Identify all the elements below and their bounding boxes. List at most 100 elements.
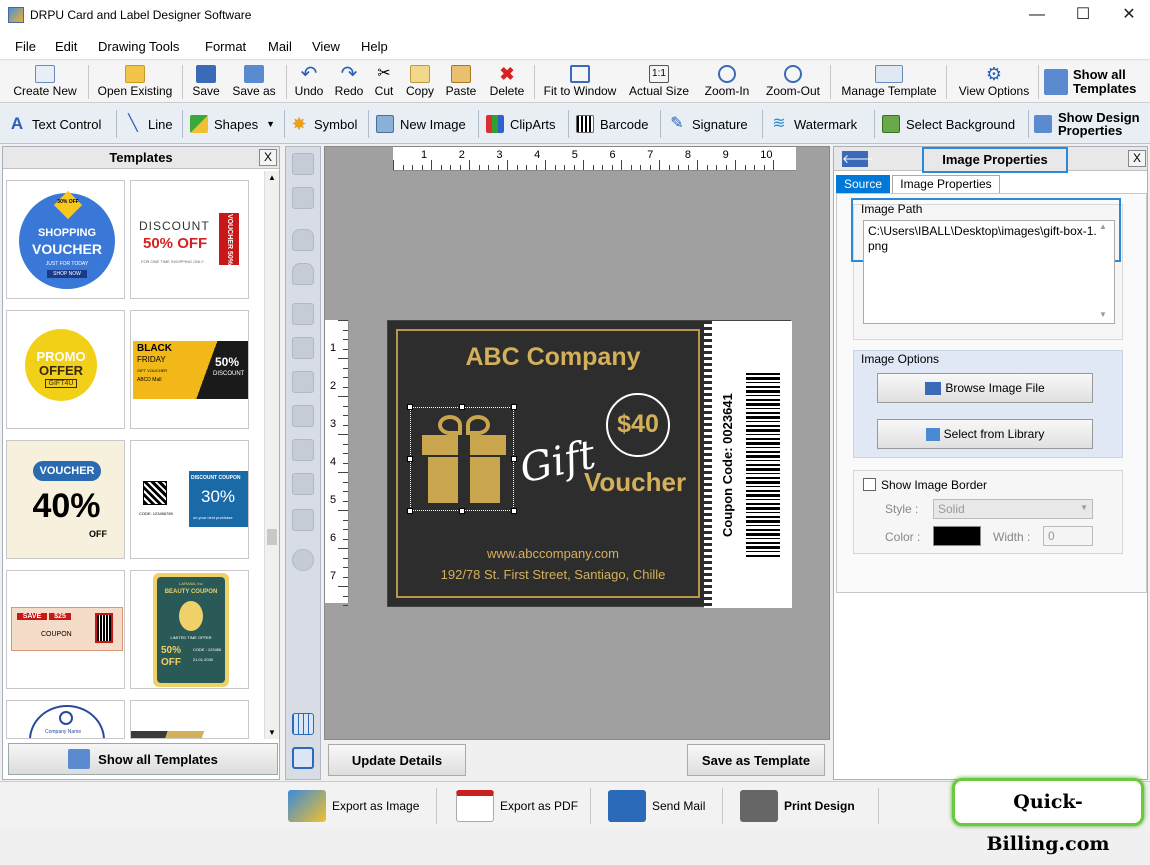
minimize-button[interactable]: — <box>1014 0 1060 32</box>
website-text[interactable]: www.abccompany.com <box>388 546 718 561</box>
align-top-icon[interactable] <box>292 371 314 393</box>
align-bottom-icon[interactable] <box>292 405 314 427</box>
move-icon[interactable] <box>292 509 314 531</box>
search-icon[interactable] <box>292 549 314 571</box>
image-path-field[interactable]: C:\Users\IBALL\Desktop\images\gift-box-1… <box>863 220 1115 324</box>
width-spinner[interactable]: 0 <box>1043 526 1093 546</box>
copy-button[interactable]: Copy <box>403 63 437 101</box>
undo-button[interactable]: ↶ Undo <box>292 63 326 101</box>
resize-handle[interactable] <box>459 508 465 514</box>
save-as-template-button[interactable]: Save as Template <box>687 744 825 776</box>
maximize-button[interactable]: ☐ <box>1060 0 1106 32</box>
template-thumbnail[interactable]: BLACK FRIDAY GIFT VOUCHER ABCD Mall 50% … <box>130 310 249 429</box>
redo-button[interactable]: ↷ Redo <box>332 63 366 101</box>
symbol-button[interactable]: ✸ Symbol <box>290 112 357 136</box>
print-design-button[interactable]: Print Design <box>740 786 855 826</box>
close-button[interactable]: ✕ <box>1106 0 1150 32</box>
signature-button[interactable]: ✎ Signature <box>668 112 747 136</box>
design-canvas[interactable]: 1 2 3 4 5 6 7 8 9 10 1 2 3 4 5 6 7 ABC Company $40 Gift… <box>324 146 830 740</box>
tab-image-properties[interactable]: Image Properties <box>892 175 1000 193</box>
shapes-button[interactable]: Shapes ▼ <box>190 112 275 136</box>
send-back-icon[interactable] <box>292 337 314 359</box>
show-design-properties-button[interactable]: Show Design Properties <box>1034 108 1146 140</box>
create-new-button[interactable]: Create New <box>8 63 82 101</box>
ungroup-icon[interactable] <box>292 187 314 209</box>
resize-handle[interactable] <box>511 456 517 462</box>
paste-button[interactable]: Paste <box>443 63 479 101</box>
back-arrow-icon[interactable]: 🡐 <box>842 151 874 167</box>
menu-edit[interactable]: Edit <box>55 39 77 54</box>
price-circle[interactable]: $40 <box>606 393 670 457</box>
barcode-button[interactable]: Barcode <box>576 112 648 136</box>
delete-button[interactable]: ✖ Delete <box>485 63 529 101</box>
border-color-swatch[interactable] <box>933 526 981 546</box>
panel-close-button[interactable]: X <box>1128 150 1146 167</box>
show-all-templates-toolbar-button[interactable]: Show all Templates <box>1044 63 1148 101</box>
bring-front-icon[interactable] <box>292 303 314 325</box>
voucher-text[interactable]: Voucher <box>584 467 686 498</box>
update-details-button[interactable]: Update Details <box>328 744 466 776</box>
manage-template-button[interactable]: Manage Template <box>836 63 942 101</box>
resize-handle[interactable] <box>407 508 413 514</box>
barcode-image[interactable] <box>746 373 780 557</box>
grid-icon[interactable] <box>292 713 314 735</box>
fit-to-window-button[interactable]: Fit to Window <box>540 63 620 101</box>
template-thumbnail[interactable]: Company Name <box>6 700 125 739</box>
text-control-button[interactable]: A Text Control <box>8 112 102 136</box>
open-existing-button[interactable]: Open Existing <box>94 63 176 101</box>
zoom-out-button[interactable]: Zoom-Out <box>762 63 824 101</box>
actual-size-button[interactable]: 1:1 Actual Size <box>626 63 692 101</box>
template-thumbnail[interactable] <box>130 700 249 739</box>
menu-drawing-tools[interactable]: Drawing Tools <box>98 39 179 54</box>
menu-file[interactable]: File <box>15 39 36 54</box>
templates-close-button[interactable]: X <box>259 149 277 166</box>
group-icon[interactable] <box>292 153 314 175</box>
zoom-in-button[interactable]: Zoom-In <box>700 63 754 101</box>
browse-image-button[interactable]: Browse Image File <box>877 373 1093 403</box>
line-button[interactable]: ╲ Line <box>124 112 172 136</box>
select-from-library-button[interactable]: Select from Library <box>877 419 1093 449</box>
template-thumbnail[interactable]: CODE: 123456789 DISCOUNT COUPON 30% on y… <box>130 440 249 559</box>
tab-source[interactable]: Source <box>836 175 890 193</box>
template-thumbnail[interactable]: DISCOUNT 50% OFF FOR ONE TIME SHOPPING O… <box>130 180 249 299</box>
show-border-checkbox[interactable] <box>863 478 876 491</box>
template-thumbnail[interactable]: PROMO OFFER GIFT4U <box>6 310 125 429</box>
brand-logo[interactable]: Quick-Billing.com <box>952 778 1144 855</box>
cut-button[interactable]: ✂ Cut <box>370 63 398 101</box>
resize-handle[interactable] <box>407 404 413 410</box>
address-text[interactable]: 192/78 St. First Street, Santiago, Chill… <box>388 567 718 582</box>
export-pdf-button[interactable]: Export as PDF <box>456 786 578 826</box>
show-all-templates-button[interactable]: Show all Templates <box>8 743 278 775</box>
menu-help[interactable]: Help <box>361 39 388 54</box>
save-button[interactable]: Save <box>188 63 224 101</box>
scroll-thumb[interactable] <box>267 529 277 545</box>
style-dropdown[interactable]: Solid ▼ <box>933 499 1093 519</box>
templates-scrollbar[interactable]: ▲ ▼ <box>264 171 279 739</box>
lock-icon[interactable] <box>292 229 314 251</box>
template-thumbnail[interactable]: VOUCHER 40% OFF <box>6 440 125 559</box>
resize-handle[interactable] <box>511 508 517 514</box>
resize-handle[interactable] <box>511 404 517 410</box>
select-background-button[interactable]: Select Background <box>882 112 1015 136</box>
save-as-button[interactable]: Save as <box>228 63 280 101</box>
send-mail-button[interactable]: Send Mail <box>608 786 705 826</box>
coupon-code-text[interactable]: Coupon Code: 0023641 <box>720 383 742 547</box>
template-thumbnail[interactable]: SAVE $25 COUPON <box>6 570 125 689</box>
cliparts-button[interactable]: ClipArts <box>486 112 556 136</box>
voucher-card[interactable]: ABC Company $40 Gift Voucher www.abccomp… <box>387 320 792 608</box>
resize-handle[interactable] <box>459 404 465 410</box>
menu-mail[interactable]: Mail <box>268 39 292 54</box>
frame-icon[interactable] <box>292 747 314 769</box>
menu-view[interactable]: View <box>312 39 340 54</box>
align-center-icon[interactable] <box>292 473 314 495</box>
resize-handle[interactable] <box>407 456 413 462</box>
new-image-button[interactable]: New Image <box>376 112 466 136</box>
unlock-icon[interactable] <box>292 263 314 285</box>
menu-format[interactable]: Format <box>205 39 246 54</box>
watermark-button[interactable]: ≋ Watermark <box>770 112 857 136</box>
company-name[interactable]: ABC Company <box>388 343 718 372</box>
view-options-button[interactable]: ⚙ View Options <box>954 63 1034 101</box>
align-middle-icon[interactable] <box>292 439 314 461</box>
template-thumbnail[interactable]: 30% OFF SHOPPING VOUCHER JUST FOR TODAY … <box>6 180 125 299</box>
export-image-button[interactable]: Export as Image <box>288 786 419 826</box>
